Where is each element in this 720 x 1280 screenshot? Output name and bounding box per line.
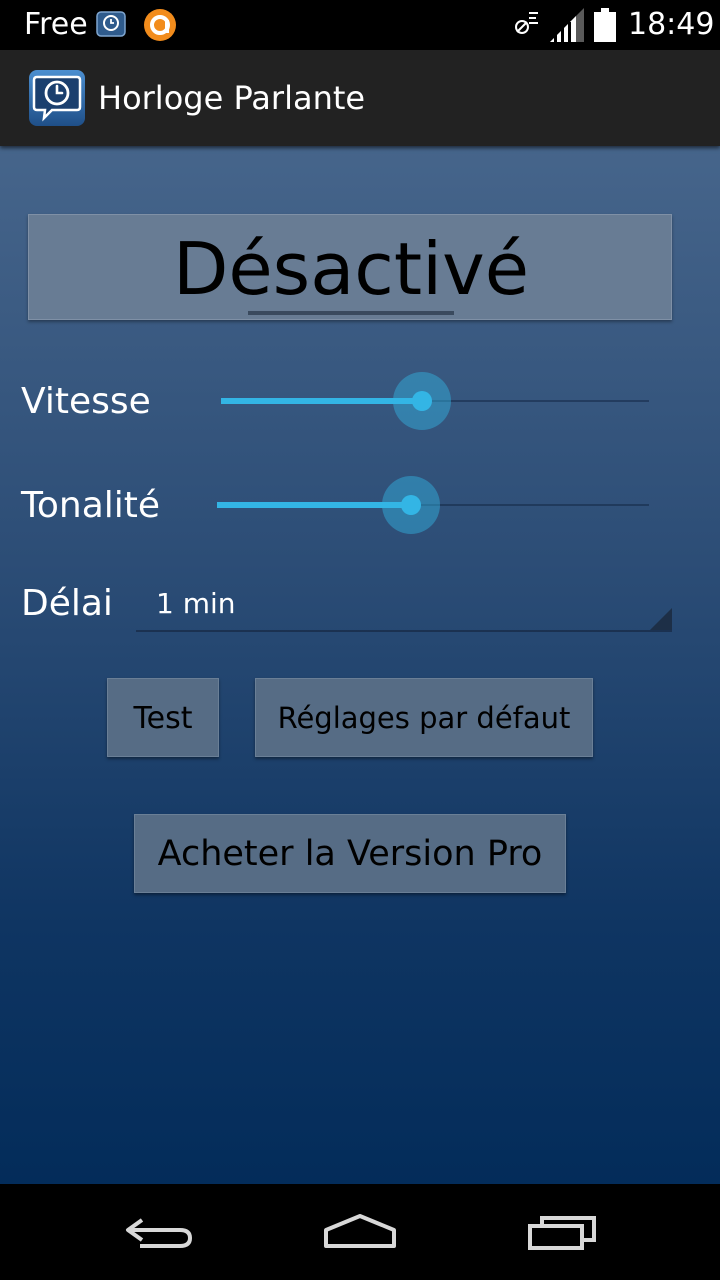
speed-slider-fill <box>221 398 422 404</box>
signal-icon <box>550 8 584 42</box>
home-icon[interactable] <box>320 1206 400 1258</box>
speed-slider-thumb[interactable] <box>393 372 451 430</box>
orange-a-notification-icon <box>144 9 176 41</box>
buy-pro-button-label: Acheter la Version Pro <box>157 834 543 874</box>
main-content: Désactivé Vitesse Tonalité Délai 1 min T… <box>0 146 720 1184</box>
talking-clock-notification-icon <box>96 11 126 37</box>
pitch-slider-thumb[interactable] <box>382 476 440 534</box>
delay-label: Délai <box>21 583 113 624</box>
defaults-button-label: Réglages par défaut <box>277 701 571 735</box>
clock-time: 18:49 <box>628 7 715 42</box>
toggle-indicator <box>248 311 454 315</box>
defaults-button[interactable]: Réglages par défaut <box>255 678 593 757</box>
pitch-label: Tonalité <box>21 485 161 526</box>
clock-speech-bubble-icon <box>29 70 85 126</box>
delay-spinner[interactable]: 1 min <box>136 572 672 632</box>
speed-slider[interactable] <box>221 371 649 431</box>
screen: Free 18:49 Horloge Parlante Désactivé Vi… <box>0 0 720 1280</box>
battery-icon <box>594 8 616 42</box>
recent-apps-icon[interactable] <box>524 1206 604 1258</box>
test-button[interactable]: Test <box>107 678 219 757</box>
action-bar: Horloge Parlante <box>0 50 720 146</box>
app-title: Horloge Parlante <box>98 79 366 117</box>
speed-label: Vitesse <box>21 381 151 422</box>
buy-pro-button[interactable]: Acheter la Version Pro <box>134 814 566 893</box>
delay-value: 1 min <box>156 587 236 620</box>
test-button-label: Test <box>133 701 193 736</box>
navigation-bar <box>0 1184 720 1280</box>
silent-mode-icon <box>515 12 538 34</box>
status-bar: Free 18:49 <box>0 0 720 50</box>
spinner-arrow-icon <box>650 608 672 630</box>
toggle-label: Désactivé <box>172 227 530 311</box>
spinner-underline <box>136 630 672 632</box>
back-icon[interactable] <box>120 1206 200 1258</box>
carrier-name: Free <box>24 7 88 42</box>
activation-toggle-button[interactable]: Désactivé <box>28 214 672 320</box>
pitch-slider[interactable] <box>217 475 649 535</box>
